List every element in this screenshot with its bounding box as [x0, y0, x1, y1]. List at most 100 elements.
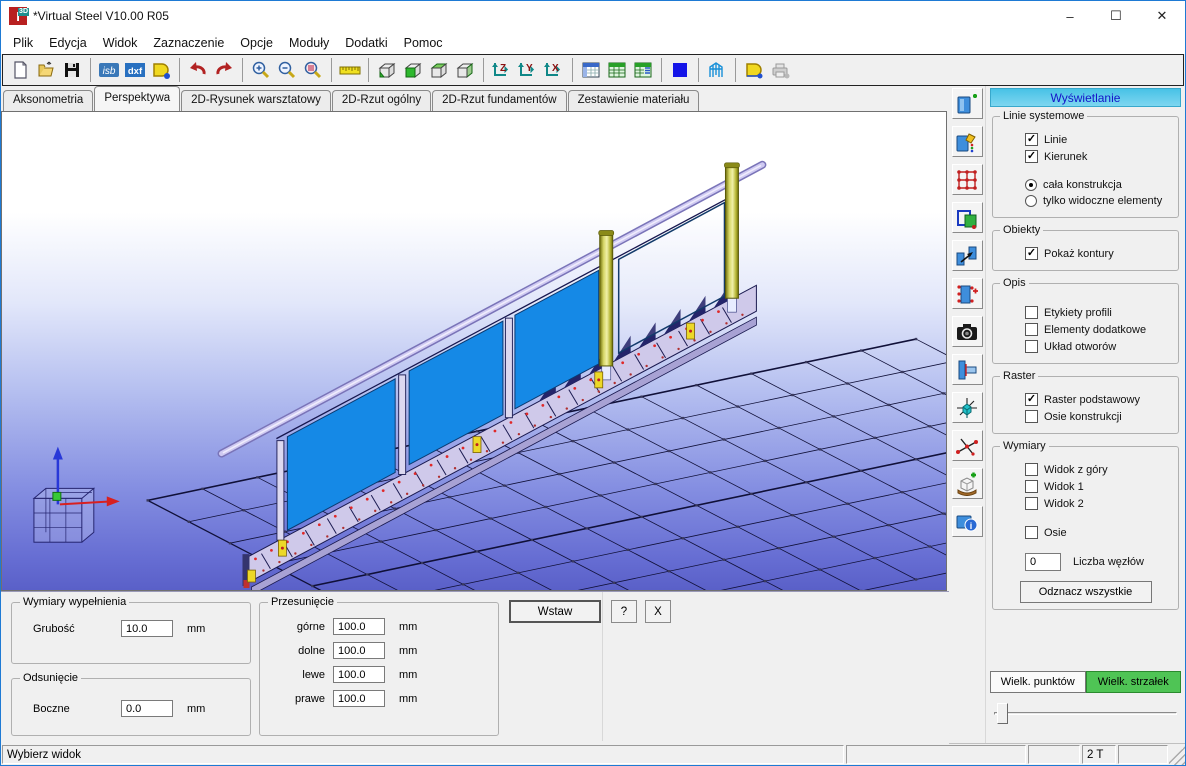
help-button[interactable]: ?: [611, 600, 637, 623]
rotate-z-icon[interactable]: Z: [489, 57, 515, 83]
mullion[interactable]: [399, 375, 406, 475]
panel-copy-icon[interactable]: [952, 202, 983, 233]
title-bar[interactable]: I3D *Virtual Steel V10.00 R05 – ☐ ✕: [1, 1, 1185, 31]
railing-post-1[interactable]: [599, 231, 614, 380]
model-export-icon[interactable]: [148, 57, 174, 83]
checkbox-pokaz-kontury[interactable]: Pokaż kontury: [1025, 247, 1172, 260]
gorne-input[interactable]: [333, 618, 385, 635]
checkbox-etykiety-profili[interactable]: Etykiety profili: [1025, 306, 1172, 319]
raster-grid-icon[interactable]: [952, 164, 983, 195]
mullion[interactable]: [505, 318, 512, 418]
menu-plik[interactable]: Plik: [5, 33, 41, 53]
menu-moduly[interactable]: Moduły: [281, 33, 337, 53]
checkbox-elementy-dodatkowe[interactable]: Elementy dodatkowe: [1025, 323, 1172, 336]
checkbox-uklad-otworow[interactable]: Układ otworów: [1025, 340, 1172, 353]
table-list-icon[interactable]: [630, 57, 656, 83]
railing-post-2[interactable]: [724, 163, 739, 312]
render-model-icon[interactable]: [741, 57, 767, 83]
menu-zaznaczenie[interactable]: Zaznaczenie: [145, 33, 232, 53]
checkbox-kierunek[interactable]: Kierunek: [1025, 150, 1172, 163]
panel-nodes-icon[interactable]: [952, 278, 983, 309]
radio-cala-konstrukcja[interactable]: cała konstrukcja: [1025, 179, 1172, 191]
arrow-size-slider[interactable]: [994, 703, 1177, 725]
wielk-strzalek-button[interactable]: Wielk. strzałek: [1086, 671, 1182, 693]
tab-2d-rzut-fundamentow[interactable]: 2D-Rzut fundamentów: [432, 90, 566, 111]
tab-2d-rzut-ogolny[interactable]: 2D-Rzut ogólny: [332, 90, 431, 111]
checkbox-osie[interactable]: Osie: [1025, 526, 1172, 539]
menu-opcje[interactable]: Opcje: [232, 33, 281, 53]
view-cube-3-icon[interactable]: [426, 57, 452, 83]
beam-connection-icon[interactable]: [952, 354, 983, 385]
view-cube-4-icon[interactable]: [452, 57, 478, 83]
menu-bar: Plik Edycja Widok Zaznaczenie Opcje Modu…: [1, 31, 1185, 54]
view-cube-2-icon[interactable]: [400, 57, 426, 83]
grubosc-label: Grubość: [33, 623, 93, 635]
mullion[interactable]: [277, 441, 284, 541]
object-add-icon[interactable]: [952, 468, 983, 499]
table-green-icon[interactable]: [604, 57, 630, 83]
checkbox-widok-2[interactable]: Widok 2: [1025, 497, 1172, 510]
resize-grip[interactable]: [1169, 744, 1185, 765]
dxf-export-icon[interactable]: dxf: [122, 57, 148, 83]
panel-move-icon[interactable]: [952, 240, 983, 271]
table-blue-icon[interactable]: [578, 57, 604, 83]
tab-zestawienie-materialu[interactable]: Zestawienie materiału: [568, 90, 700, 111]
color-square-icon[interactable]: [667, 57, 693, 83]
checkbox-widok-1[interactable]: Widok 1: [1025, 480, 1172, 493]
menu-edycja[interactable]: Edycja: [41, 33, 95, 53]
menu-dodatki[interactable]: Dodatki: [337, 33, 395, 53]
isb-import-icon[interactable]: isb: [96, 57, 122, 83]
rotate-y-icon[interactable]: Y: [515, 57, 541, 83]
insert-button[interactable]: Wstaw: [509, 600, 601, 623]
zoom-fit-icon[interactable]: [300, 57, 326, 83]
ruler-icon[interactable]: [337, 57, 363, 83]
object-info-icon[interactable]: i: [952, 506, 983, 537]
close-panel-button[interactable]: X: [645, 600, 671, 623]
redo-icon[interactable]: [211, 57, 237, 83]
measure-axes-icon[interactable]: [952, 430, 983, 461]
boczne-input[interactable]: [121, 700, 173, 717]
liczba-wezlow-input[interactable]: [1025, 553, 1061, 571]
grubosc-input[interactable]: [121, 620, 173, 637]
slider-handle[interactable]: [997, 703, 1008, 724]
checkbox-raster-podstawowy[interactable]: Raster podstawowy: [1025, 393, 1172, 406]
panel-add-icon[interactable]: [952, 88, 983, 119]
lewe-input[interactable]: [333, 666, 385, 683]
rotate-x-icon[interactable]: X: [541, 57, 567, 83]
frame-structure-icon[interactable]: [704, 57, 730, 83]
save-icon[interactable]: [59, 57, 85, 83]
prawe-input[interactable]: [333, 690, 385, 707]
menu-pomoc[interactable]: Pomoc: [396, 33, 451, 53]
odznacz-wszystkie-button[interactable]: Odznacz wszystkie: [1020, 581, 1152, 603]
view-tab-bar: Aksonometria Perspektywa 2D-Rysunek wars…: [1, 86, 949, 111]
minimize-button[interactable]: –: [1047, 1, 1093, 31]
wielk-punktow-button[interactable]: Wielk. punktów: [990, 671, 1086, 693]
tab-2d-rysunek-warsztatowy[interactable]: 2D-Rysunek warsztatowy: [181, 90, 331, 111]
tab-aksonometria[interactable]: Aksonometria: [3, 90, 93, 111]
zoom-out-icon[interactable]: [274, 57, 300, 83]
new-document-icon[interactable]: [7, 57, 33, 83]
print-disabled-icon[interactable]: [767, 57, 793, 83]
open-file-icon[interactable]: [33, 57, 59, 83]
view-cube-1-icon[interactable]: [374, 57, 400, 83]
checkbox-osie-konstrukcji[interactable]: Osie konstrukcji: [1025, 410, 1172, 423]
prawe-label: prawe: [279, 693, 325, 705]
checkbox-linie[interactable]: Linie: [1025, 133, 1172, 146]
camera-icon[interactable]: [952, 316, 983, 347]
dolne-input[interactable]: [333, 642, 385, 659]
window-title: *Virtual Steel V10.00 R05: [33, 9, 1047, 23]
maximize-button[interactable]: ☐: [1093, 1, 1139, 31]
checkbox-widok-z-gory[interactable]: Widok z góry: [1025, 463, 1172, 476]
close-button[interactable]: ✕: [1139, 1, 1185, 31]
axis-indicator: [34, 447, 120, 543]
svg-text:Y: Y: [526, 63, 533, 74]
panel-edit-icon[interactable]: [952, 126, 983, 157]
zoom-in-icon[interactable]: [248, 57, 274, 83]
viewport-3d-scene[interactable]: [2, 112, 946, 590]
tab-perspektywa[interactable]: Perspektywa: [94, 86, 180, 111]
viewport-3d[interactable]: [1, 111, 947, 591]
radio-tylko-widoczne[interactable]: tylko widoczne elementy: [1025, 195, 1172, 207]
node-cube-icon[interactable]: [952, 392, 983, 423]
undo-icon[interactable]: [185, 57, 211, 83]
menu-widok[interactable]: Widok: [95, 33, 146, 53]
